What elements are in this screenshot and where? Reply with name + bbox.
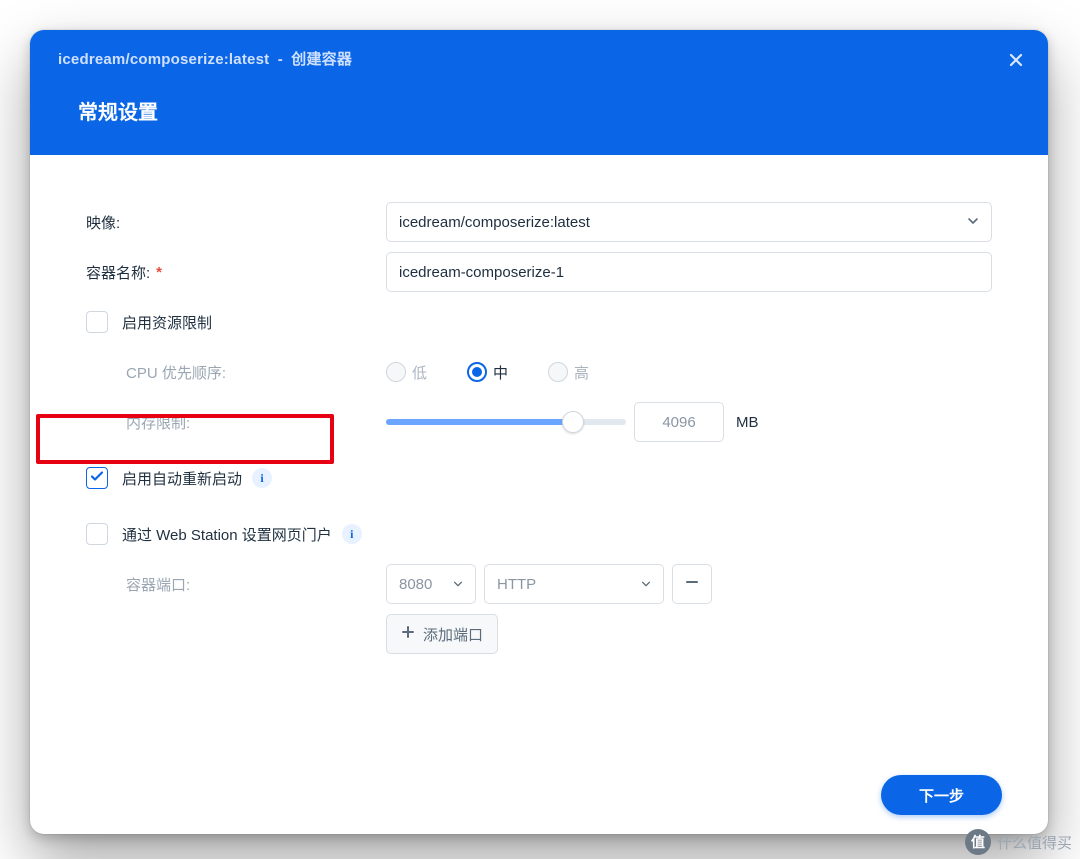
memory-value-input[interactable] — [634, 402, 724, 442]
row-web-station: 通过 Web Station 设置网页门户 i — [86, 511, 992, 557]
memory-slider-handle[interactable] — [562, 411, 584, 433]
create-container-modal: icedream/composerize:latest - 创建容器 常规设置 — [30, 30, 1048, 834]
close-icon — [1008, 52, 1024, 73]
watermark-text: 什么值得买 — [997, 832, 1072, 853]
modal-title-action: 创建容器 — [291, 51, 352, 68]
image-select-value: icedream/composerize:latest — [399, 214, 590, 231]
watermark: 值 什么值得买 — [965, 829, 1072, 855]
label-web-station: 通过 Web Station 设置网页门户 — [122, 524, 332, 545]
caret-down-icon — [967, 214, 979, 231]
info-icon[interactable]: i — [252, 468, 272, 488]
image-select[interactable]: icedream/composerize:latest — [386, 202, 992, 242]
web-station-checkbox[interactable] — [86, 523, 108, 545]
enable-auto-restart-checkbox[interactable] — [86, 467, 108, 489]
modal-header: icedream/composerize:latest - 创建容器 常规设置 — [30, 30, 1048, 155]
cpu-priority-mid-label: 中 — [493, 362, 508, 383]
caret-down-icon — [453, 576, 463, 593]
cpu-priority-low-wrap: 低 — [386, 362, 427, 383]
memory-slider[interactable] — [386, 419, 626, 425]
plus-icon — [401, 625, 415, 643]
info-icon[interactable]: i — [342, 524, 362, 544]
cpu-priority-high-wrap: 高 — [548, 362, 589, 383]
memory-unit: MB — [736, 414, 759, 431]
watermark-icon: 值 — [965, 829, 991, 855]
label-container-port: 容器端口: — [126, 574, 190, 595]
protocol-select-value: HTTP — [497, 576, 536, 593]
next-button-label: 下一步 — [919, 788, 964, 805]
label-enable-resource-limit: 启用资源限制 — [122, 312, 212, 333]
check-icon — [89, 468, 105, 488]
enable-resource-limit-checkbox[interactable] — [86, 311, 108, 333]
next-button[interactable]: 下一步 — [881, 775, 1002, 815]
modal-title-image: icedream/composerize:latest — [58, 51, 269, 68]
row-image: 映像: icedream/composerize:latest — [86, 199, 992, 245]
container-name-input-wrap — [386, 252, 992, 292]
modal-footer: 下一步 — [30, 756, 1048, 834]
port-select-value: 8080 — [399, 576, 432, 593]
label-cpu-priority: CPU 优先顺序: — [126, 362, 226, 383]
row-memory-limit: 内存限制: MB — [86, 399, 992, 445]
modal-subtitle: 常规设置 — [78, 102, 158, 124]
row-enable-resource-limit: 启用资源限制 — [86, 299, 992, 345]
close-button[interactable] — [1006, 52, 1026, 72]
row-cpu-priority: CPU 优先顺序: 低 中 高 — [86, 349, 992, 395]
port-select[interactable]: 8080 — [386, 564, 476, 604]
row-container-port: 容器端口: 8080 HTTP — [86, 561, 992, 607]
cpu-priority-mid-wrap: 中 — [467, 362, 508, 383]
memory-slider-fill — [386, 419, 573, 425]
required-mark: * — [156, 264, 162, 281]
modal-title: icedream/composerize:latest - 创建容器 — [58, 48, 352, 69]
caret-down-icon — [641, 576, 651, 593]
row-add-port: 添加端口 — [86, 611, 992, 657]
label-memory-limit: 内存限制: — [126, 412, 190, 433]
label-enable-auto-restart: 启用自动重新启动 — [122, 468, 242, 489]
add-port-label: 添加端口 — [423, 624, 483, 645]
row-container-name: 容器名称: * — [86, 249, 992, 295]
label-image: 映像: — [86, 212, 120, 233]
cpu-priority-radio-group: 低 中 高 — [386, 362, 589, 383]
cpu-priority-high-radio[interactable] — [548, 362, 568, 382]
container-name-input[interactable] — [399, 264, 979, 281]
modal-body: 映像: icedream/composerize:latest 容器名称: * — [30, 155, 1048, 756]
row-enable-auto-restart: 启用自动重新启动 i — [86, 455, 992, 501]
cpu-priority-mid-radio[interactable] — [467, 362, 487, 382]
cpu-priority-low-radio[interactable] — [386, 362, 406, 382]
cpu-priority-high-label: 高 — [574, 362, 589, 383]
label-container-name: 容器名称: — [86, 262, 150, 283]
remove-port-button[interactable] — [672, 564, 712, 604]
modal-title-sep: - — [278, 51, 283, 68]
protocol-select[interactable]: HTTP — [484, 564, 664, 604]
cpu-priority-low-label: 低 — [412, 362, 427, 383]
minus-icon — [685, 575, 699, 593]
add-port-button[interactable]: 添加端口 — [386, 614, 498, 654]
